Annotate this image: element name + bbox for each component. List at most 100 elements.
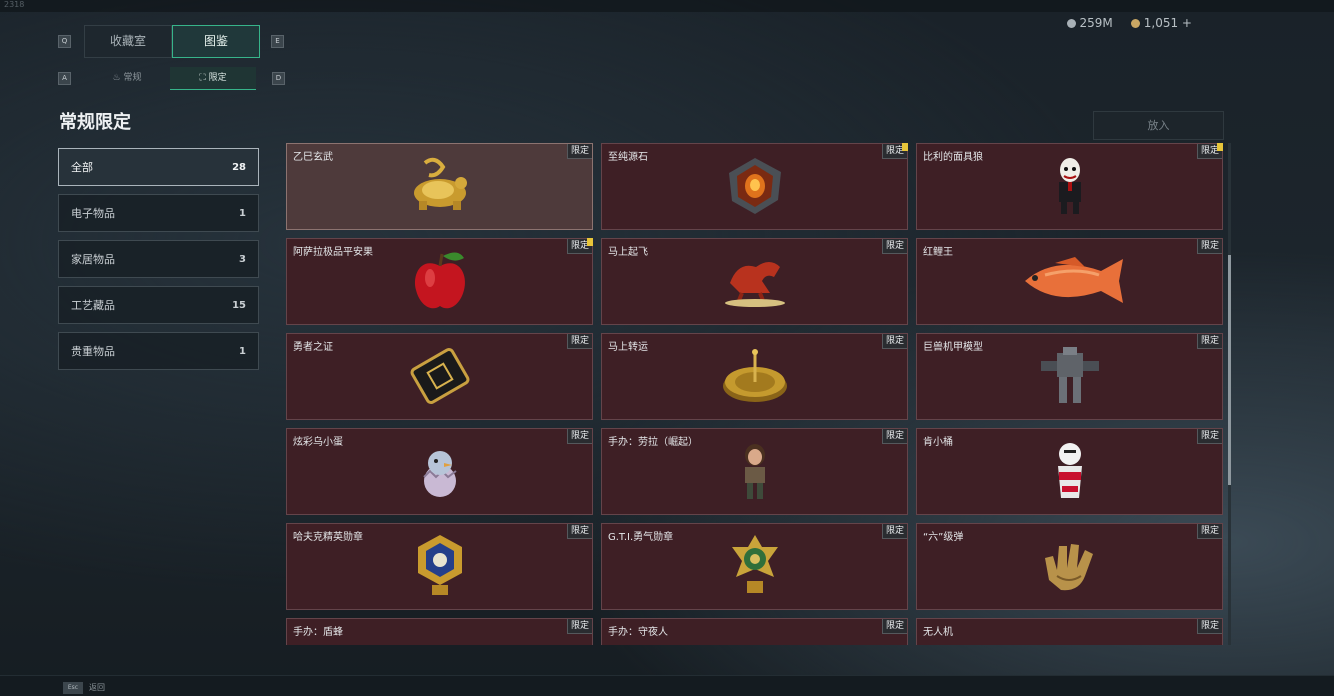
elite-medal-icon (414, 533, 466, 603)
item-name: 比利的面具狼 (923, 152, 983, 163)
item-card[interactable]: 哈夫克精英勋章 限定 (286, 523, 593, 610)
top-strip: 2318 (0, 0, 1334, 12)
gold-amount: 1,051 + (1143, 16, 1192, 30)
subtab-regular-label: 常规 (123, 73, 142, 83)
silver-amount: 259M (1079, 16, 1113, 30)
item-card[interactable]: 手办：守夜人 限定 (601, 618, 908, 645)
item-name: 炫彩乌小蛋 (293, 437, 343, 448)
item-card[interactable]: 阿萨拉极品平安果 限定 (286, 238, 593, 325)
gold-coin-icon (1130, 19, 1140, 28)
category-label: 全部 (71, 161, 93, 174)
category-label: 电子物品 (71, 207, 115, 220)
tab-collection-room[interactable]: 收藏室 (84, 25, 172, 58)
golden-hand-icon (1035, 536, 1105, 600)
item-card[interactable]: 红鲤王 限定 (916, 238, 1223, 325)
item-name: G.T.I.勇气勋章 (608, 532, 674, 543)
currency-gold[interactable]: 1,051 + (1130, 16, 1192, 30)
item-card[interactable]: 无人机 限定 (916, 618, 1223, 645)
key-hint-d: D (272, 72, 285, 85)
limited-badge: 限定 (566, 524, 592, 539)
item-name: 手办：劳拉（崛起） (608, 437, 698, 448)
sub-tabs: ♨ 常规 ⛶ 限定 (84, 67, 256, 90)
currency-silver[interactable]: 259M (1066, 16, 1113, 30)
key-hint-a: A (58, 72, 71, 85)
courage-medal-icon (728, 533, 782, 603)
flying-horse-icon (720, 253, 790, 313)
silver-coin-icon (1066, 19, 1076, 28)
crystal-stone-icon (724, 155, 786, 221)
item-name: 手办：守夜人 (608, 627, 668, 638)
item-card[interactable]: 手办：劳拉（崛起） 限定 (601, 428, 908, 515)
limited-badge: 限定 (881, 239, 907, 254)
item-card[interactable]: 至纯源石 限定 (601, 143, 908, 230)
footer-bar: Esc 返回 (0, 675, 1334, 696)
item-name: 马上起飞 (608, 247, 648, 258)
limited-badge: 限定 (1196, 429, 1222, 444)
corner-text: 2318 (4, 0, 25, 9)
section-title: 常规限定 (59, 112, 131, 133)
subtab-limited-label: 限定 (208, 73, 227, 83)
item-card[interactable]: 马上起飞 限定 (601, 238, 908, 325)
flame-icon: ♨ (112, 73, 124, 83)
item-card[interactable]: 马上转运 限定 (601, 333, 908, 420)
esc-key-hint: Esc (63, 682, 83, 694)
limited-icon: ⛶ (199, 73, 209, 83)
item-card[interactable]: “六”级弹 限定 (916, 523, 1223, 610)
scrollbar[interactable] (1228, 143, 1231, 645)
category-electronics[interactable]: 电子物品 1 (58, 194, 259, 232)
item-card[interactable]: 肯小桶 限定 (916, 428, 1223, 515)
main-tabs: 收藏室 图鉴 (84, 25, 260, 58)
limited-badge: 限定 (881, 619, 907, 634)
category-list: 全部 28 电子物品 1 家居物品 3 工艺藏品 15 贵重物品 1 (58, 148, 259, 378)
limited-badge: 限定 (566, 334, 592, 349)
red-carp-icon (1005, 253, 1135, 313)
subtab-regular[interactable]: ♨ 常规 (84, 67, 170, 89)
item-name: 至纯源石 (608, 152, 648, 163)
key-hint-q: Q (58, 35, 71, 48)
category-all[interactable]: 全部 28 (58, 148, 259, 186)
category-household[interactable]: 家居物品 3 (58, 240, 259, 278)
item-name: 马上转运 (608, 342, 648, 353)
item-name: 肯小桶 (923, 437, 953, 448)
limited-badge: 限定 (1196, 239, 1222, 254)
category-count: 1 (239, 345, 246, 357)
item-card[interactable]: 炫彩乌小蛋 限定 (286, 428, 593, 515)
item-card[interactable]: 比利的面具狼 限定 (916, 143, 1223, 230)
new-alert-icon (1217, 143, 1223, 151)
item-grid: 乙巳玄武 限定 至纯源石 限定 比利的面具狼 限定 阿萨拉极品平安果 限定 马上起飞 限定 红鲤王限… (286, 143, 1223, 645)
limited-badge: 限定 (566, 429, 592, 444)
tab-catalog[interactable]: 图鉴 (172, 25, 260, 58)
item-name: 哈夫克精英勋章 (293, 532, 363, 543)
category-count: 1 (239, 207, 246, 219)
limited-badge: 限定 (566, 144, 592, 159)
currency-bar: 259M 1,051 + (1066, 16, 1192, 30)
item-grid-viewport: 乙巳玄武 限定 至纯源石 限定 比利的面具狼 限定 阿萨拉极品平安果 限定 马上起飞 限定 红鲤王限… (286, 143, 1223, 645)
item-name: “六”级弹 (923, 532, 964, 543)
item-name: 巨兽机甲模型 (923, 342, 983, 353)
category-valuables[interactable]: 贵重物品 1 (58, 332, 259, 370)
item-name: 勇者之证 (293, 342, 333, 353)
scrollbar-thumb[interactable] (1228, 255, 1231, 485)
item-name: 手办：盾蜂 (293, 627, 343, 638)
item-card[interactable]: 勇者之证 限定 (286, 333, 593, 420)
bucket-figure-icon (1048, 440, 1092, 506)
item-name: 红鲤王 (923, 247, 953, 258)
item-name: 乙巳玄武 (293, 152, 333, 163)
limited-badge: 限定 (1196, 524, 1222, 539)
back-button[interactable]: 返回 (89, 682, 105, 693)
limited-badge: 限定 (566, 619, 592, 634)
subtab-limited[interactable]: ⛶ 限定 (170, 67, 256, 90)
bird-egg-icon (418, 441, 462, 505)
golden-tortoise-icon (403, 153, 477, 223)
item-card[interactable]: 乙巳玄武 限定 (286, 143, 593, 230)
item-card[interactable]: G.T.I.勇气勋章 限定 (601, 523, 908, 610)
item-card[interactable]: 巨兽机甲模型 限定 (916, 333, 1223, 420)
limited-badge: 限定 (1196, 334, 1222, 349)
category-label: 贵重物品 (71, 345, 115, 358)
item-card[interactable]: 手办：盾蜂 限定 (286, 618, 593, 645)
key-hint-e: E (271, 35, 284, 48)
new-alert-icon (587, 238, 593, 246)
red-apple-icon (410, 248, 470, 318)
category-craft[interactable]: 工艺藏品 15 (58, 286, 259, 324)
put-in-button[interactable]: 放入 (1093, 111, 1224, 140)
